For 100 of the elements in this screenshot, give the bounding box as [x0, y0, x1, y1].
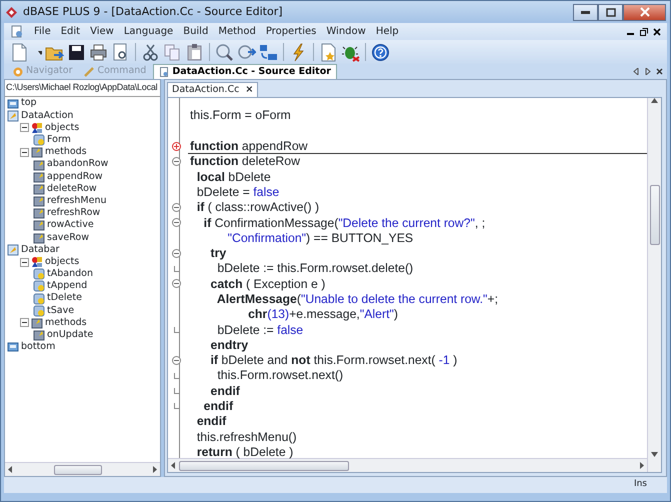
scroll-right-icon[interactable]	[639, 462, 644, 470]
close-icon[interactable]	[656, 68, 663, 75]
toolbox-icon	[33, 170, 45, 183]
menu-item[interactable]: Properties	[266, 24, 316, 39]
window-icon	[7, 341, 19, 354]
panel-tab[interactable]: DataAction.Cc - Source Editor	[153, 64, 337, 79]
code-line: this.Form.rowset.next()	[216, 368, 344, 384]
save-icon[interactable]	[67, 42, 86, 62]
code-line: "Confirmation") == BUTTON_YES	[226, 230, 414, 246]
menu-item[interactable]: Language	[124, 24, 174, 39]
tree-item[interactable]: abandonRow	[47, 157, 108, 172]
pencil-icon	[84, 66, 94, 76]
close-icon[interactable]	[653, 28, 661, 36]
tree-item[interactable]: saveRow	[47, 230, 89, 245]
tree-item[interactable]: tAbandon	[47, 267, 93, 282]
tree-item[interactable]: refreshMenu	[47, 194, 106, 208]
tree-item[interactable]: Databar	[21, 242, 60, 257]
expand-icon[interactable]	[172, 142, 180, 151]
magnifier-icon[interactable]	[215, 42, 234, 62]
minimize-icon[interactable]	[581, 10, 590, 14]
collapse-icon[interactable]	[172, 202, 180, 212]
replace-icon[interactable]	[259, 42, 278, 62]
close-tab-button[interactable]: ×	[245, 82, 254, 98]
toolbox-icon	[33, 195, 45, 208]
restore-icon[interactable]	[640, 28, 648, 36]
help-icon[interactable]	[371, 42, 390, 62]
minimize-button[interactable]	[573, 4, 598, 20]
clipboard-icon[interactable]	[185, 42, 204, 62]
collapse-icon[interactable]	[172, 279, 180, 288]
scissors-icon[interactable]	[141, 42, 160, 62]
tree-item[interactable]: rowActive	[47, 218, 94, 233]
menu-item[interactable]: Edit	[60, 24, 80, 39]
collapse-icon[interactable]	[20, 258, 29, 267]
toolbox-icon	[33, 219, 45, 232]
tree-item[interactable]: objects	[45, 120, 80, 136]
code-line: catch ( Exception e )	[209, 276, 326, 292]
menu-item[interactable]: Window	[326, 24, 366, 39]
document-icon	[10, 25, 24, 38]
new-file-icon[interactable]	[10, 42, 29, 62]
toolbox-icon	[31, 146, 43, 158]
collapse-icon[interactable]	[172, 356, 180, 365]
toolbox-icon	[33, 207, 45, 220]
code-line: if bDelete and not this.Form.rowset.next( -1 )	[209, 352, 458, 368]
insert-mode-indicator: Ins	[634, 478, 647, 492]
tree-item[interactable]: appendRow	[47, 170, 103, 184]
tree-item[interactable]: tAppend	[47, 279, 88, 294]
class-icon	[7, 244, 19, 256]
window-icon	[7, 98, 19, 110]
collapse-icon[interactable]	[20, 318, 29, 328]
scroll-left-icon[interactable]	[8, 466, 13, 473]
code-line: return ( bDelete )	[196, 444, 294, 460]
path-field[interactable]: C:\Users\Michael Rozlog\AppData\Local	[5, 80, 160, 96]
tree-item[interactable]: objects	[45, 254, 80, 270]
find-next-icon[interactable]	[237, 42, 256, 62]
collapse-icon[interactable]	[172, 218, 180, 228]
menu-item[interactable]: Help	[376, 24, 399, 39]
collapse-icon[interactable]	[20, 123, 29, 132]
tree-item[interactable]: tDelete	[47, 291, 82, 306]
document-icon	[159, 67, 170, 77]
scroll-down-icon[interactable]	[651, 452, 658, 457]
scroll-right-icon[interactable]	[152, 466, 157, 473]
printer-icon[interactable]	[89, 42, 108, 62]
scroll-left-icon[interactable]	[633, 68, 639, 75]
tree-item[interactable]: DataAction	[21, 108, 74, 123]
scroll-left-icon[interactable]	[171, 462, 176, 470]
tree-item[interactable]: methods	[45, 316, 87, 330]
collapse-icon[interactable]	[20, 148, 29, 157]
window-title: dBASE PLUS 9 - [DataAction.Cc - Source Editor]	[23, 4, 283, 20]
app-logo-icon	[5, 6, 18, 18]
tree-item[interactable]: refreshRow	[47, 206, 100, 220]
tree-item[interactable]: onUpdate	[47, 328, 94, 342]
close-button[interactable]	[623, 4, 666, 20]
scroll-right-icon[interactable]	[644, 68, 650, 75]
shapes-icon	[31, 256, 43, 268]
tree-item[interactable]: Form	[47, 133, 71, 148]
tree-item[interactable]: deleteRow	[47, 182, 97, 196]
menu-item[interactable]: File	[34, 24, 51, 39]
menu-item[interactable]: View	[90, 24, 114, 39]
tree-item[interactable]: tSave	[47, 304, 74, 318]
code-line: function appendRow	[188, 138, 647, 154]
toolbox-icon	[31, 316, 43, 329]
code-line: AlertMessage("Unable to delete the current row."+;	[216, 292, 500, 307]
scrollbar-thumb[interactable]	[54, 464, 102, 474]
menu-item[interactable]: Method	[218, 24, 256, 39]
code-line: bDelete = false	[196, 184, 280, 200]
maximize-button[interactable]	[598, 4, 623, 20]
scrollbar-thumb[interactable]	[650, 185, 660, 245]
scroll-up-icon[interactable]	[651, 98, 658, 103]
code-line: bDelete := this.Form.rowset.delete()	[216, 260, 414, 276]
tree-item[interactable]: bottom	[21, 340, 56, 354]
maximize-icon[interactable]	[606, 8, 616, 16]
document-star-icon[interactable]	[319, 42, 338, 62]
tree-item[interactable]: methods	[45, 145, 87, 160]
document-tab[interactable]: DataAction.Cc ×	[167, 82, 258, 97]
menu-item[interactable]: Build	[183, 24, 208, 39]
collapse-icon[interactable]	[172, 157, 180, 166]
tree-item[interactable]: top	[21, 96, 37, 111]
shapes-icon	[31, 122, 43, 134]
scrollbar-thumb[interactable]	[179, 460, 349, 471]
collapse-icon[interactable]	[172, 248, 180, 258]
